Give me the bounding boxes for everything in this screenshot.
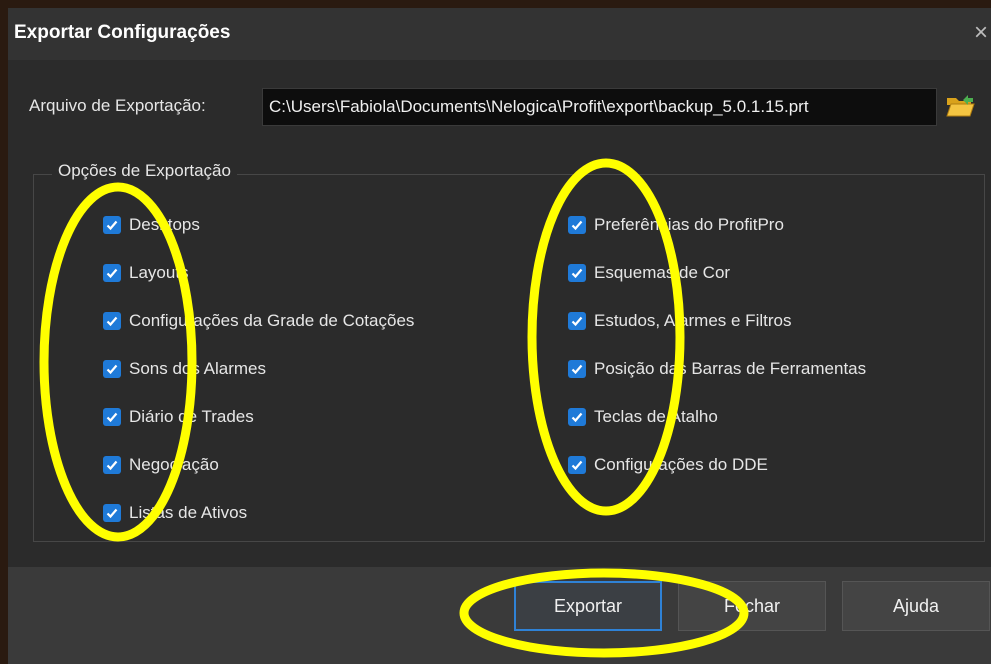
option-color-schemes[interactable]: Esquemas de Cor	[568, 259, 730, 287]
option-trade-journal[interactable]: Diário de Trades	[103, 403, 254, 431]
option-shortcut-keys[interactable]: Teclas de Atalho	[568, 403, 718, 431]
export-options-group-title: Opções de Exportação	[52, 161, 237, 181]
option-label: Desktops	[129, 215, 200, 234]
checkbox-checked-icon[interactable]	[103, 456, 121, 474]
option-alarm-sounds[interactable]: Sons dos Alarmes	[103, 355, 266, 383]
checkbox-checked-icon[interactable]	[103, 216, 121, 234]
export-file-label: Arquivo de Exportação:	[29, 96, 206, 115]
option-label: Diário de Trades	[129, 407, 254, 426]
option-label: Layouts	[129, 263, 189, 282]
option-label: Sons dos Alarmes	[129, 359, 267, 378]
option-label: Configurações do DDE	[594, 455, 768, 474]
checkbox-checked-icon[interactable]	[103, 264, 121, 282]
title-bar: Exportar Configurações ×	[8, 8, 991, 60]
export-button[interactable]: Exportar	[514, 581, 662, 631]
help-button[interactable]: Ajuda	[842, 581, 990, 631]
checkbox-checked-icon[interactable]	[568, 216, 586, 234]
option-dde-settings[interactable]: Configurações do DDE	[568, 451, 768, 479]
checkbox-checked-icon[interactable]	[568, 312, 586, 330]
option-quote-grid-settings[interactable]: Configurações da Grade de Cotações	[103, 307, 414, 335]
checkbox-checked-icon[interactable]	[103, 408, 121, 426]
dialog-title: Exportar Configurações	[14, 22, 231, 43]
option-label: Estudos, Alarmes e Filtros	[594, 311, 792, 330]
option-studies-alarms-filters[interactable]: Estudos, Alarmes e Filtros	[568, 307, 791, 335]
option-label: Teclas de Atalho	[594, 407, 718, 426]
option-label: Preferências do ProfitPro	[594, 215, 784, 234]
checkbox-checked-icon[interactable]	[568, 360, 586, 378]
option-label: Posição das Barras de Ferramentas	[594, 359, 867, 378]
option-profitpro-preferences[interactable]: Preferências do ProfitPro	[568, 211, 784, 239]
checkbox-checked-icon[interactable]	[568, 408, 586, 426]
option-asset-lists[interactable]: Listas de Ativos	[103, 499, 247, 527]
close-icon[interactable]: ×	[971, 18, 991, 48]
option-label: Esquemas de Cor	[594, 263, 731, 282]
checkbox-checked-icon[interactable]	[103, 312, 121, 330]
checkbox-checked-icon[interactable]	[103, 504, 121, 522]
option-layouts[interactable]: Layouts	[103, 259, 189, 287]
export-file-path-input[interactable]	[262, 88, 937, 126]
folder-open-icon[interactable]	[945, 92, 975, 120]
option-label: Configurações da Grade de Cotações	[129, 311, 415, 330]
option-toolbar-positions[interactable]: Posição das Barras de Ferramentas	[568, 355, 866, 383]
option-label: Listas de Ativos	[129, 503, 248, 522]
close-button[interactable]: Fechar	[678, 581, 826, 631]
option-trading[interactable]: Negociação	[103, 451, 219, 479]
checkbox-checked-icon[interactable]	[103, 360, 121, 378]
option-label: Negociação	[129, 455, 219, 474]
option-desktops[interactable]: Desktops	[103, 211, 200, 239]
checkbox-checked-icon[interactable]	[568, 456, 586, 474]
checkbox-checked-icon[interactable]	[568, 264, 586, 282]
